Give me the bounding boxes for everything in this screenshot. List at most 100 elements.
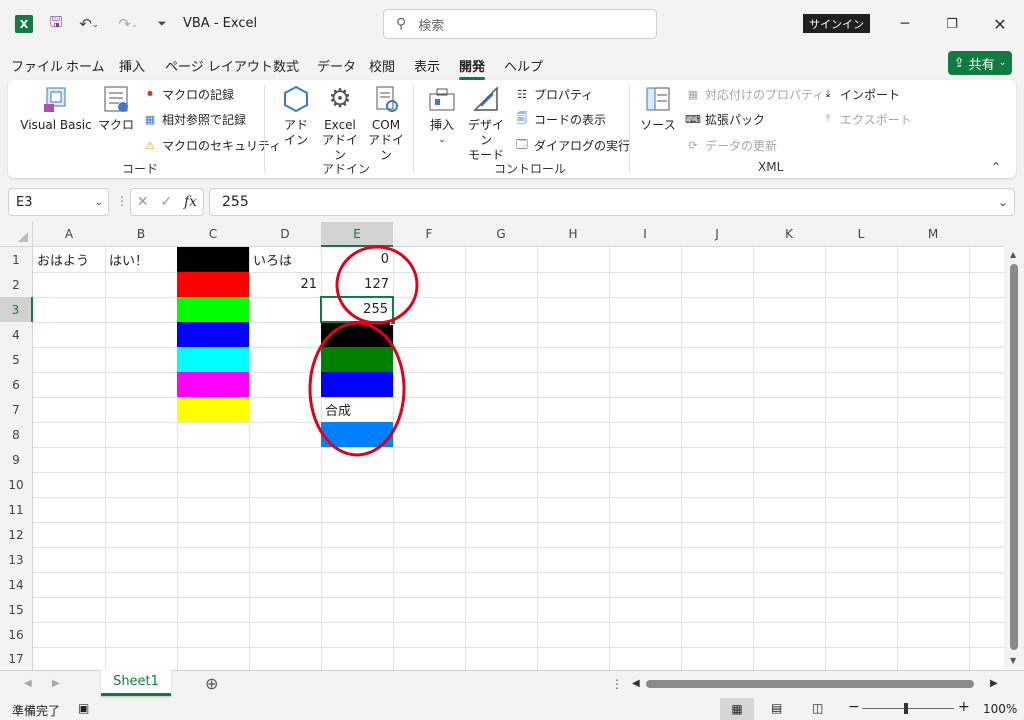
macro-security-button[interactable]: ⚠ マクロのセキュリティ: [142, 135, 281, 155]
import-button[interactable]: ⤓ インポート: [820, 84, 900, 104]
signin-button[interactable]: サインイン: [803, 14, 870, 33]
insert-function-icon[interactable]: fx: [184, 194, 197, 210]
group-separator: [629, 85, 630, 173]
next-sheet-icon[interactable]: ▶: [52, 678, 60, 689]
com-addins-label-1: COM: [371, 118, 401, 132]
chevron-down-icon: ⌄: [438, 135, 446, 145]
horizontal-scroll-thumb[interactable]: [646, 680, 974, 688]
scroll-up-icon[interactable]: ▲: [1010, 250, 1016, 259]
record-macro-button[interactable]: ⏺ マクロの記録: [142, 84, 234, 104]
status-bar: 準備完了 ▣ ▦ ▤ ◫ − + 100%: [0, 698, 1024, 720]
com-addins-button[interactable]: COM アドイン: [364, 84, 408, 163]
share-label: 共有: [968, 57, 995, 73]
cancel-icon[interactable]: ✕: [137, 194, 149, 210]
macro-button[interactable]: マクロ: [98, 84, 134, 133]
formula-input[interactable]: 255 ⌄: [209, 188, 1015, 216]
scroll-down-icon[interactable]: ▼: [1010, 656, 1016, 665]
title-bar: X 🖫 ↶ ⌄ ↷ ⌄ ⏷ VBA - Excel ⚲ 検索 サインイン ─ ❐ ✕: [0, 0, 1024, 48]
addins-button[interactable]: アド イン: [278, 84, 314, 148]
zoom-in-icon[interactable]: +: [958, 699, 970, 715]
tab-insert[interactable]: 挿入: [119, 56, 145, 75]
tab-home[interactable]: ホーム: [66, 56, 105, 75]
tab-page-layout[interactable]: ページ レイアウト: [165, 56, 273, 75]
customize-qat-icon[interactable]: ⏷: [153, 14, 171, 34]
group-xml-label: XML: [758, 160, 784, 174]
ribbon-panel: Visual Basic マクロ ⏺ マクロの記録 ▦ 相対参照で記録 ⚠ マクロのセ…: [8, 80, 1016, 178]
expansion-packs-button[interactable]: ⌨ 拡張パック: [685, 109, 765, 129]
scroll-right-icon[interactable]: ▶: [990, 678, 998, 689]
more-options-icon[interactable]: ⋮: [611, 677, 623, 691]
refresh-icon: ⟳: [688, 138, 698, 152]
design-mode-button[interactable]: デザイン モード: [464, 84, 508, 163]
export-button: ⤒ エクスポート: [820, 109, 912, 129]
visual-basic-button[interactable]: Visual Basic: [20, 84, 92, 133]
zoom-slider[interactable]: [862, 708, 954, 709]
chevron-down-icon[interactable]: ⌄: [95, 197, 103, 208]
export-icon: ⤒: [825, 112, 831, 125]
com-addin-icon: [371, 84, 401, 114]
com-addins-label-2: アドイン: [367, 133, 404, 162]
tab-review[interactable]: 校閲: [369, 56, 395, 75]
minimize-icon[interactable]: ─: [895, 14, 915, 34]
sheet-tab-sheet1[interactable]: Sheet1: [101, 670, 171, 696]
xml-source-button[interactable]: ソース: [640, 84, 676, 133]
tab-file[interactable]: ファイル: [11, 56, 63, 75]
tab-data[interactable]: データ: [317, 56, 356, 75]
share-button[interactable]: ⇪ 共有 ⌄: [948, 51, 1012, 75]
tab-formulas[interactable]: 数式: [273, 56, 299, 75]
properties-icon: ☷: [517, 87, 527, 101]
page-layout-view-icon[interactable]: ▤: [771, 701, 782, 715]
import-icon: ⤓: [825, 87, 831, 100]
excel-addins-button[interactable]: ⚙ Excel アドイン: [318, 84, 362, 163]
macro-icon: [101, 84, 131, 114]
more-options-icon[interactable]: ⋮: [116, 194, 128, 208]
add-sheet-icon[interactable]: ⊕: [205, 674, 218, 693]
insert-control-label: 挿入: [429, 118, 454, 132]
zoom-out-icon[interactable]: −: [848, 699, 860, 715]
redo-icon[interactable]: ↷ ⌄: [115, 14, 141, 34]
refresh-data-button: ⟳ データの更新: [685, 135, 777, 155]
annotation-layer: [308, 245, 419, 457]
window-title: VBA - Excel: [183, 16, 258, 31]
run-dialog-button[interactable]: 🗔 ダイアログの実行: [514, 135, 630, 155]
formula-controls: ✕ ✓ fx: [130, 188, 204, 216]
close-icon[interactable]: ✕: [990, 14, 1010, 34]
normal-view-icon[interactable]: ▦: [720, 698, 754, 720]
warning-icon: ⚠: [145, 138, 155, 152]
prev-sheet-icon[interactable]: ◀: [24, 678, 32, 689]
undo-icon[interactable]: ↶ ⌄: [76, 14, 102, 34]
properties-label: プロパティ: [534, 87, 594, 102]
excel-addins-label-2: アドイン: [321, 133, 358, 162]
name-box-value: E3: [16, 194, 33, 210]
formula-value: 255: [222, 194, 249, 210]
name-box[interactable]: E3 ⌄: [8, 188, 109, 216]
spreadsheet-grid[interactable]: A B C D E F G H I J K L M 1 2 3 4 5 6 7 …: [0, 222, 1024, 670]
excel-logo-icon: X: [15, 15, 33, 33]
map-properties-icon: ▦: [687, 87, 699, 101]
relative-reference-button[interactable]: ▦ 相対参照で記録: [142, 109, 246, 129]
save-icon[interactable]: 🖫: [46, 13, 66, 34]
enter-icon[interactable]: ✓: [160, 194, 172, 210]
scroll-left-icon[interactable]: ◀: [632, 678, 640, 689]
record-macro-label: マクロの記録: [162, 87, 235, 102]
group-addins-label: アドイン: [322, 162, 371, 176]
search-box[interactable]: ⚲ 検索: [383, 9, 657, 39]
tab-view[interactable]: 表示: [414, 56, 440, 75]
view-code-button[interactable]: 🗐 コードの表示: [514, 109, 607, 129]
tab-help[interactable]: ヘルプ: [504, 56, 543, 75]
tab-developer[interactable]: 開発: [459, 56, 486, 80]
record-icon: ⏺: [147, 87, 153, 100]
restore-icon[interactable]: ❐: [942, 14, 962, 34]
vertical-scroll-thumb[interactable]: [1010, 264, 1018, 650]
table-icon: ▦: [144, 112, 156, 126]
zoom-level[interactable]: 100%: [983, 702, 1017, 716]
chevron-down-icon[interactable]: ⌄: [998, 195, 1008, 209]
collapse-ribbon-icon[interactable]: ⌃: [991, 160, 1001, 174]
zoom-slider-thumb[interactable]: [904, 703, 908, 714]
page-break-view-icon[interactable]: ◫: [812, 701, 823, 715]
vertical-scrollbar[interactable]: ▲ ▼: [1004, 222, 1024, 670]
accessibility-icon[interactable]: ▣: [78, 701, 89, 715]
insert-control-button[interactable]: 挿入 ⌄: [426, 84, 458, 148]
export-label: エクスポート: [840, 112, 912, 127]
properties-button[interactable]: ☷ プロパティ: [514, 84, 593, 104]
